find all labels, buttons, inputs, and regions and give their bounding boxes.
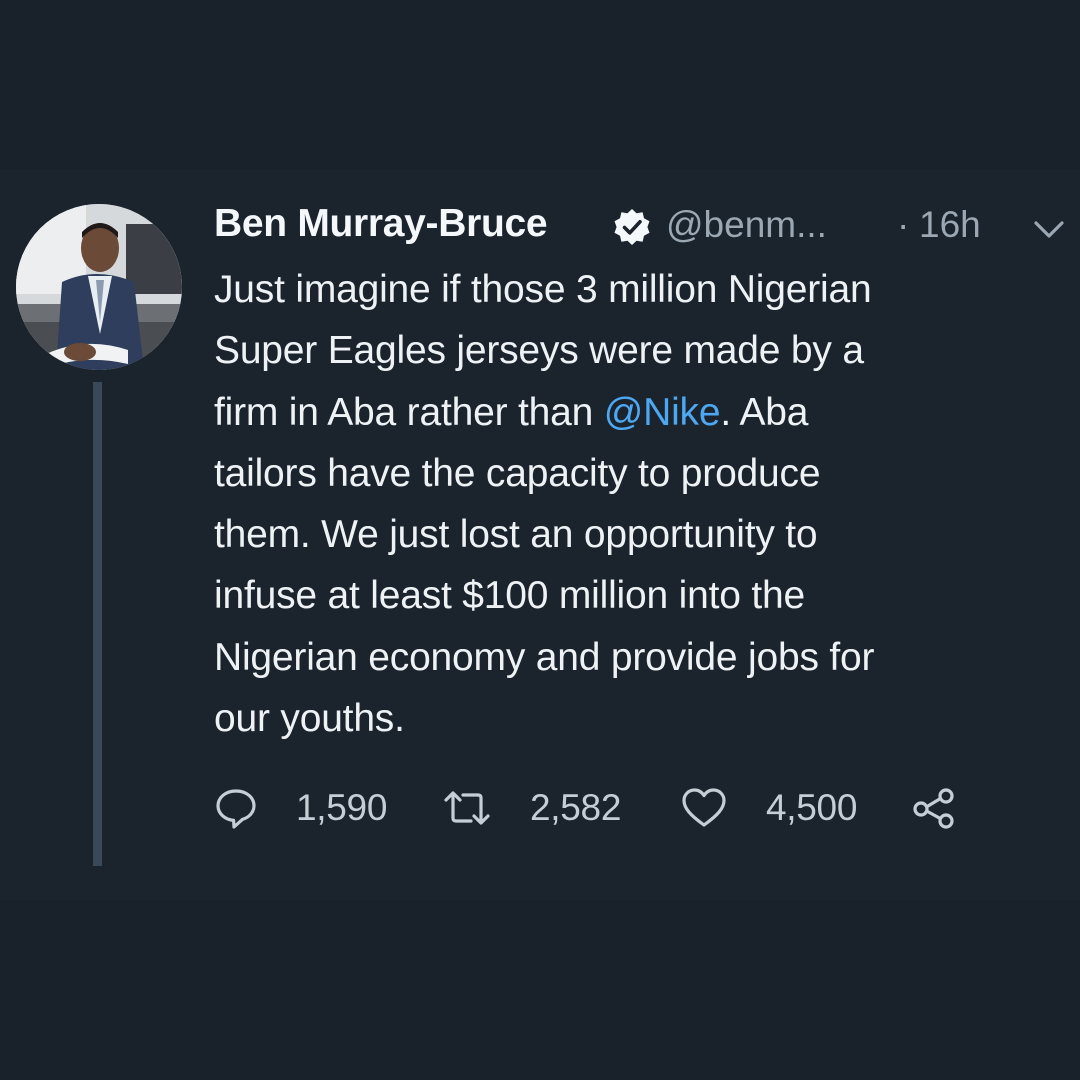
bottom-margin: [0, 900, 1080, 1080]
tweet-text-line: tailors have the capacity to produce: [214, 451, 821, 495]
verified-badge-icon: [612, 208, 652, 248]
user-handle[interactable]: @benm...: [666, 204, 827, 246]
tweet-text-line: Nigerian economy and provide jobs for: [214, 635, 875, 679]
share-icon: [910, 786, 958, 830]
reply-count: 1,590: [296, 787, 388, 828]
tweet-text-line: them. We just lost an opportunity to: [214, 513, 818, 557]
retweet-count: 2,582: [530, 787, 622, 828]
tweet-text-segment: . Aba: [720, 390, 809, 434]
tweet-text-line: infuse at least $100 million into the: [214, 574, 805, 618]
tweet-header: Ben Murray-Bruce @benm... · 16h: [214, 198, 1074, 258]
reply-icon: [214, 786, 258, 830]
tweet-text: Just imagine if those 3 million Nigerian…: [214, 259, 1064, 749]
like-button[interactable]: 4,500: [680, 778, 857, 838]
retweet-icon: [442, 786, 492, 830]
avatar[interactable]: [16, 204, 182, 370]
tweet-text-line: our youths.: [214, 697, 405, 741]
tweet-text-segment: firm in Aba rather than: [214, 390, 604, 434]
like-count: 4,500: [766, 787, 858, 828]
chevron-down-icon[interactable]: [1032, 218, 1066, 242]
share-button[interactable]: [910, 778, 958, 838]
timestamp[interactable]: 16h: [919, 204, 981, 246]
mention-link[interactable]: @Nike: [604, 391, 721, 434]
tweet[interactable]: Ben Murray-Bruce @benm... · 16h Just ima…: [0, 170, 1080, 900]
top-margin: [0, 0, 1080, 170]
tweet-actions: 1,590 2,582 4,500: [214, 778, 1034, 838]
display-name[interactable]: Ben Murray-Bruce: [214, 202, 548, 246]
tweet-text-line: Super Eagles jerseys were made by a: [214, 329, 864, 373]
thread-line: [93, 382, 102, 866]
separator-dot: ·: [897, 204, 910, 245]
reply-button[interactable]: 1,590: [214, 778, 387, 838]
tweet-text-line: firm in Aba rather than @Nike. Aba: [214, 382, 1064, 443]
tweet-text-line: Just imagine if those 3 million Nigerian: [214, 268, 872, 311]
avatar-photo: [16, 204, 182, 370]
heart-icon: [680, 786, 728, 830]
retweet-button[interactable]: 2,582: [442, 778, 621, 838]
